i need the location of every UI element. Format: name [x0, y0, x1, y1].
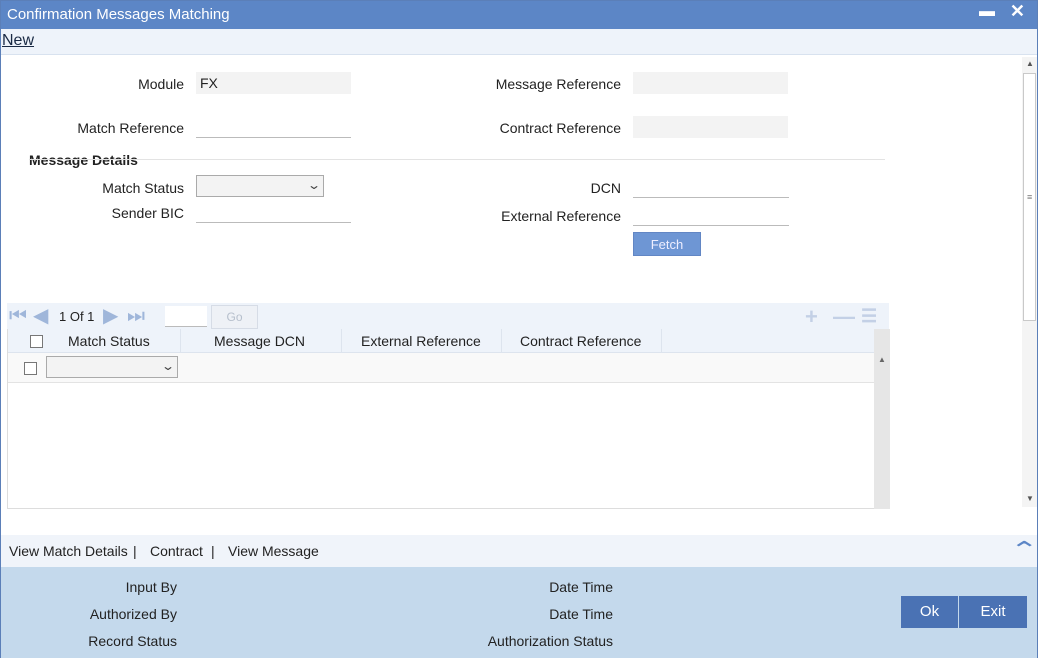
match-status-label: Match Status	[102, 180, 184, 196]
chevron-down-icon: ⌄	[306, 178, 322, 192]
scroll-up-icon[interactable]: ▲	[1026, 59, 1034, 68]
collapse-icon[interactable]: ⌃	[1009, 537, 1038, 563]
message-reference-label: Message Reference	[495, 76, 621, 92]
messages-grid: Match Status Message DCN External Refere…	[7, 329, 890, 509]
title-bar: Confirmation Messages Matching ▬ ✕	[1, 1, 1037, 29]
form-area: Module FX Message Reference Match Refere…	[1, 55, 1021, 533]
grid-toolbar: ⏮ ◀ 1 Of 1 ▶ ⏭ Go + — ☰	[7, 303, 889, 329]
scroll-down-icon[interactable]: ▼	[1026, 494, 1034, 503]
dcn-field[interactable]	[633, 176, 789, 198]
row-checkbox[interactable]	[24, 362, 37, 375]
minimize-icon[interactable]: ▬	[979, 3, 995, 21]
dcn-label: DCN	[590, 180, 621, 196]
main-scrollbar[interactable]: ▲ ≡ ▼	[1022, 57, 1037, 507]
match-reference-label: Match Reference	[77, 120, 184, 136]
fetch-button[interactable]: Fetch	[633, 232, 701, 256]
table-row: ⌄	[8, 353, 874, 383]
go-button[interactable]: Go	[211, 305, 258, 329]
record-status-label: Record Status	[88, 633, 177, 649]
grip-icon: ≡	[1027, 192, 1033, 202]
sender-bic-label: Sender BIC	[111, 205, 184, 221]
audit-footer: Input By Authorized By Record Status Dat…	[1, 567, 1037, 658]
input-by-label: Input By	[125, 579, 177, 595]
single-view-icon[interactable]: ☰	[861, 306, 877, 327]
column-header-contract-reference: Contract Reference	[520, 333, 642, 349]
column-header-message-dcn: Message DCN	[214, 333, 306, 349]
module-label: Module	[138, 76, 184, 92]
page-info: 1 Of 1	[59, 309, 95, 324]
previous-page-icon[interactable]: ◀	[33, 306, 48, 326]
last-page-icon[interactable]: ⏭	[127, 306, 145, 326]
contract-link[interactable]: Contract	[150, 543, 203, 559]
column-header-external-reference: External Reference	[361, 333, 481, 349]
scroll-up-icon[interactable]: ▲	[878, 355, 886, 364]
column-header-match-status: Match Status	[68, 333, 150, 349]
view-message-link[interactable]: View Message	[228, 543, 319, 559]
authorized-by-label: Authorized By	[89, 606, 177, 622]
link-separator: |	[211, 543, 215, 559]
add-row-icon[interactable]: +	[805, 304, 818, 330]
authorization-status-label: Authorization Status	[487, 633, 613, 649]
link-separator: |	[133, 543, 137, 559]
date-time-label: Date Time	[549, 606, 613, 622]
external-reference-label: External Reference	[501, 208, 621, 224]
close-icon[interactable]: ✕	[1010, 1, 1025, 22]
message-details-heading: Message Details	[29, 152, 138, 168]
new-link[interactable]: New	[2, 32, 34, 50]
next-page-icon[interactable]: ▶	[103, 306, 118, 326]
ok-button[interactable]: Ok	[901, 596, 958, 628]
first-page-icon[interactable]: ⏮	[9, 306, 27, 326]
exit-button[interactable]: Exit	[959, 596, 1027, 628]
contract-reference-field[interactable]	[633, 116, 788, 138]
window-title: Confirmation Messages Matching	[7, 6, 230, 23]
select-all-checkbox[interactable]	[30, 335, 43, 348]
match-reference-field[interactable]	[196, 116, 351, 138]
match-status-select[interactable]: ⌄	[196, 175, 324, 197]
row-match-status-select[interactable]: ⌄	[46, 356, 178, 378]
page-number-input[interactable]	[165, 306, 207, 327]
delete-row-icon[interactable]: —	[833, 304, 855, 330]
sender-bic-field[interactable]	[196, 201, 351, 223]
message-reference-field[interactable]	[633, 72, 788, 94]
module-field[interactable]: FX	[196, 72, 351, 94]
external-reference-field[interactable]	[633, 204, 789, 226]
grid-scrollbar[interactable]: ▲	[874, 329, 890, 509]
date-time-label: Date Time	[549, 579, 613, 595]
contract-reference-label: Contract Reference	[499, 120, 621, 136]
section-divider	[29, 159, 885, 160]
main-window: Confirmation Messages Matching ▬ ✕ New M…	[0, 0, 1038, 658]
action-links-bar: View Match Details | Contract | View Mes…	[1, 535, 1038, 567]
scroll-thumb[interactable]: ≡	[1023, 73, 1036, 321]
chevron-down-icon: ⌄	[160, 359, 176, 373]
view-match-details-link[interactable]: View Match Details	[9, 543, 128, 559]
menu-bar: New	[1, 29, 1037, 55]
grid-header: Match Status Message DCN External Refere…	[8, 329, 874, 353]
